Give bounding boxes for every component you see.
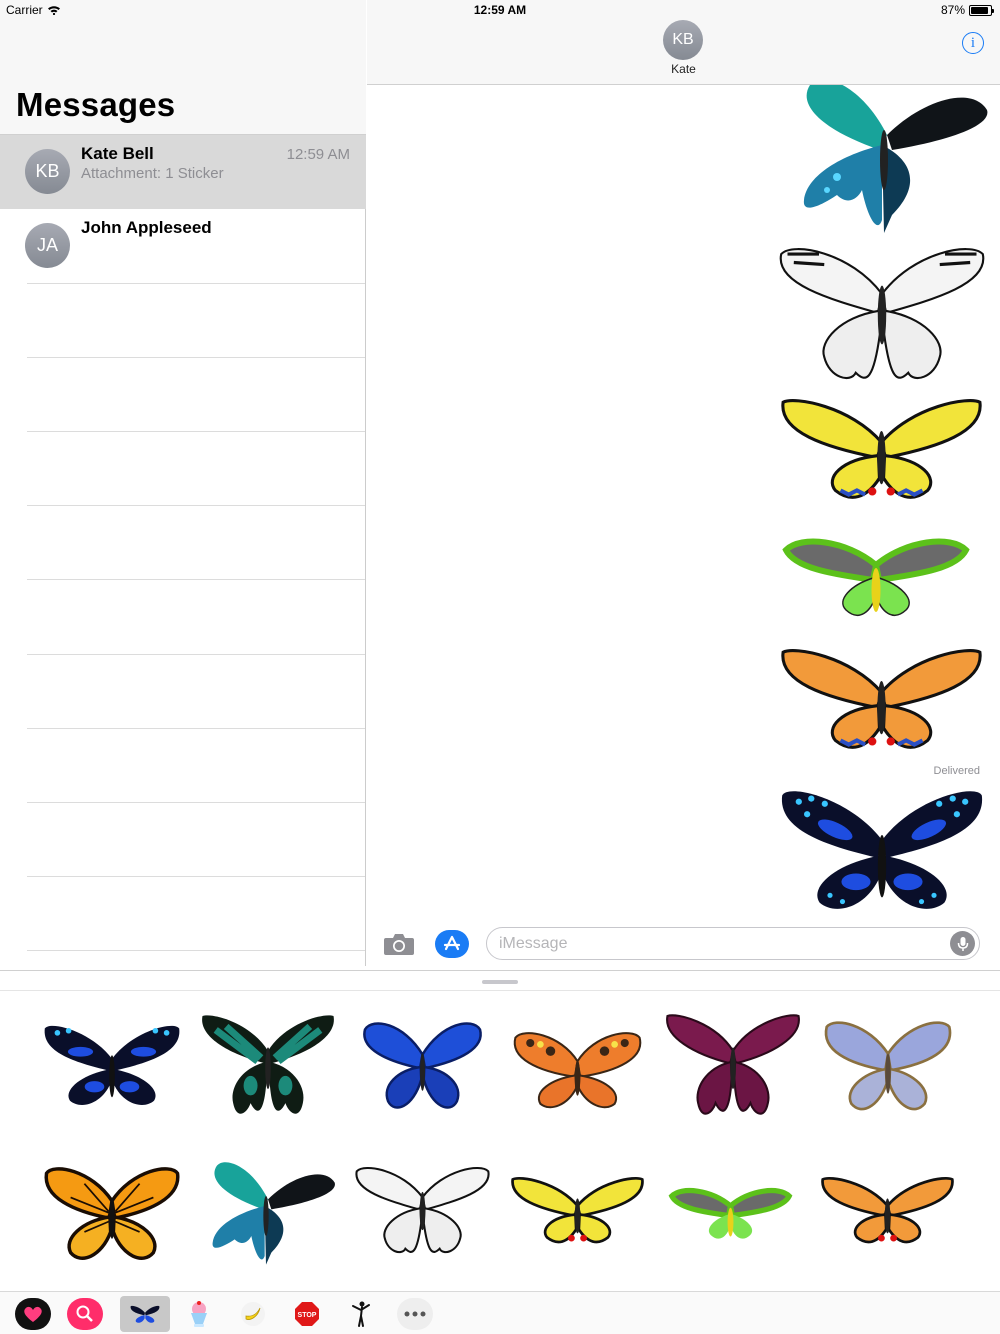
divider [27, 283, 365, 284]
drawer-sticker-tortoiseshell[interactable] [510, 1023, 645, 1113]
stop-sign-icon: STOP [295, 1302, 319, 1326]
app-banana[interactable] [232, 1296, 274, 1332]
sticker-blue-tiger[interactable] [777, 783, 987, 913]
drawer-sticker-green-peacock[interactable] [198, 1009, 338, 1124]
divider [27, 505, 365, 506]
divider [27, 654, 365, 655]
ice-cream-icon [191, 1301, 207, 1327]
sticker-emerald-swallowtail[interactable] [782, 85, 992, 240]
search-icon [67, 1298, 103, 1330]
battery-percent: 87% [940, 3, 965, 17]
contact-avatar[interactable]: KB [663, 20, 703, 60]
message-time: 12:59 AM [286, 146, 350, 163]
divider [27, 431, 365, 432]
contact-name: Kate Bell [81, 144, 154, 163]
conversation-list-pane: Messages KB Kate Bell Attachment: 1 Stic… [0, 0, 366, 966]
yoga-pose-icon [352, 1301, 370, 1327]
avatar: JA [25, 223, 70, 268]
drawer-sticker-yellow-swallowtail[interactable] [510, 1175, 645, 1250]
info-icon: i [970, 34, 976, 51]
app-heart-stickers[interactable] [12, 1296, 54, 1332]
drawer-sticker-monarch[interactable] [42, 1163, 182, 1263]
divider [0, 990, 1000, 991]
message-input[interactable] [499, 933, 929, 955]
info-button[interactable]: i [962, 32, 984, 54]
app-more[interactable] [394, 1296, 436, 1332]
sticker-yellow-swallowtail[interactable] [779, 395, 984, 510]
drawer-sticker-lavender-morpho[interactable] [818, 1017, 958, 1117]
heart-icon [15, 1298, 51, 1330]
divider [27, 579, 365, 580]
conversation-list-header: Messages [0, 0, 366, 135]
drawer-sticker-green-birdwing[interactable] [668, 1183, 793, 1245]
divider [27, 802, 365, 803]
drawer-sticker-emerald-swallowtail[interactable] [198, 1141, 338, 1281]
divider [27, 876, 365, 877]
contact-name: John Appleseed [81, 218, 212, 237]
drawer-grabber[interactable] [482, 980, 518, 984]
drawer-sticker-orange-swallowtail[interactable] [820, 1175, 955, 1250]
status-bar: Carrier 12:59 AM 87% [0, 0, 1000, 20]
app-butterfly-stickers[interactable] [120, 1296, 170, 1332]
drawer-sticker-white-swallowtail[interactable] [354, 1161, 491, 1261]
avatar: KB [25, 149, 70, 194]
message-composer [367, 920, 1000, 968]
drawer-sticker-blue-morpho[interactable] [360, 1017, 485, 1117]
drawer-sticker-blue-tiger[interactable] [42, 1019, 182, 1109]
microphone-icon [957, 936, 968, 951]
drawer-sticker-magenta-swallowtail[interactable] [663, 1009, 803, 1124]
svg-text:STOP: STOP [298, 1312, 317, 1319]
conversation-row-john-appleseed[interactable]: JA John Appleseed [0, 209, 366, 283]
page-title: Messages [16, 86, 176, 123]
battery-indicator: 87% [940, 3, 994, 17]
conversation-row-kate-bell[interactable]: KB Kate Bell Attachment: 1 Sticker 12:59… [0, 135, 366, 209]
sticker-green-birdwing[interactable] [781, 530, 971, 625]
microphone-button[interactable] [950, 931, 975, 956]
app-stop-sign[interactable]: STOP [286, 1296, 328, 1332]
contact-name[interactable]: Kate [367, 62, 1000, 76]
divider [27, 728, 365, 729]
divider [27, 357, 365, 358]
sticker-drawer: STOP [0, 970, 1000, 1334]
message-preview: Attachment: 1 Sticker [81, 165, 224, 182]
battery-icon [969, 4, 994, 16]
app-ice-cream[interactable] [178, 1296, 220, 1332]
imessage-app-tray: STOP [0, 1291, 1000, 1334]
sticker-orange-swallowtail[interactable] [779, 645, 984, 760]
divider [27, 950, 365, 951]
app-yoga[interactable] [340, 1296, 382, 1332]
delivered-label: Delivered [933, 765, 980, 777]
clock: 12:59 AM [473, 3, 527, 17]
message-input-field[interactable] [486, 927, 980, 960]
app-store-button[interactable] [435, 930, 469, 958]
butterfly-icon [130, 1305, 160, 1323]
app-image-search[interactable] [64, 1296, 106, 1332]
message-thread[interactable]: Delivered [367, 85, 1000, 925]
camera-button[interactable] [383, 932, 415, 956]
more-icon [397, 1298, 433, 1330]
banana-icon [241, 1302, 265, 1326]
app-store-icon [443, 935, 461, 951]
sticker-white-swallowtail[interactable] [777, 240, 987, 390]
